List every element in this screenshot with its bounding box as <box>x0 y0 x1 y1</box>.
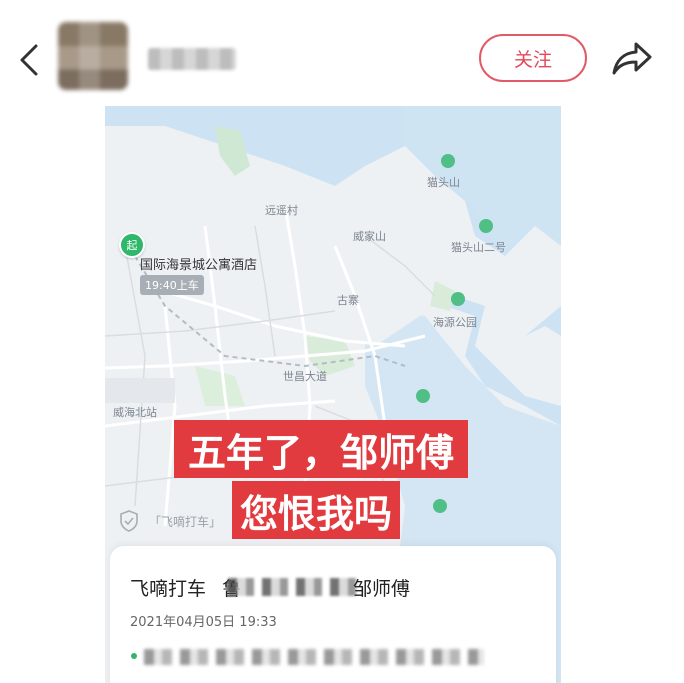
back-icon[interactable] <box>14 40 44 80</box>
trip-card: 飞嘀打车 鲁 邹师傅 2021年04月05日 19:33 <box>110 546 556 683</box>
username-blurred[interactable] <box>148 48 236 70</box>
route-start-dot <box>131 653 137 659</box>
safety-label: 「飞嘀打车」 <box>149 514 222 529</box>
shield-icon <box>120 510 138 532</box>
caption-line-2: 您恨我吗 <box>232 481 400 539</box>
plate-number-blurred <box>228 578 360 596</box>
address-blurred <box>144 649 484 665</box>
map-label: 世昌大道 <box>283 370 327 383</box>
pickup-time-tag: 19:40上车 <box>140 275 204 295</box>
map-label: 远遥村 <box>265 204 298 217</box>
trip-app-name-text: 飞嘀打车 <box>130 578 207 600</box>
avatar[interactable] <box>58 22 128 90</box>
trip-datetime: 2021年04月05日 19:33 <box>130 615 277 630</box>
post-image[interactable]: 猫头山 远遥村 威家山 猫头山二号 古寨 海源公园 世昌大道 威海北站 起 国际… <box>105 106 561 683</box>
driver-name: 邹师傅 <box>353 578 411 600</box>
map-label: 威海北站 <box>113 406 157 419</box>
trip-app-name: 飞嘀打车 鲁 <box>130 574 241 601</box>
follow-button[interactable]: 关注 <box>479 34 587 82</box>
map-label: 猫头山二号 <box>451 241 506 254</box>
map-label: 猫头山 <box>427 176 460 189</box>
top-bar: 关注 <box>0 0 684 110</box>
caption-line-1: 五年了，邹师傅 <box>174 420 468 478</box>
share-icon[interactable] <box>610 38 654 78</box>
map-label: 古寨 <box>337 294 359 307</box>
safety-row: 「飞嘀打车」 <box>119 510 221 532</box>
map-label: 海源公园 <box>433 316 477 329</box>
map-label: 威家山 <box>353 230 386 243</box>
pickup-poi-name: 国际海景城公寓酒店 <box>140 258 258 273</box>
